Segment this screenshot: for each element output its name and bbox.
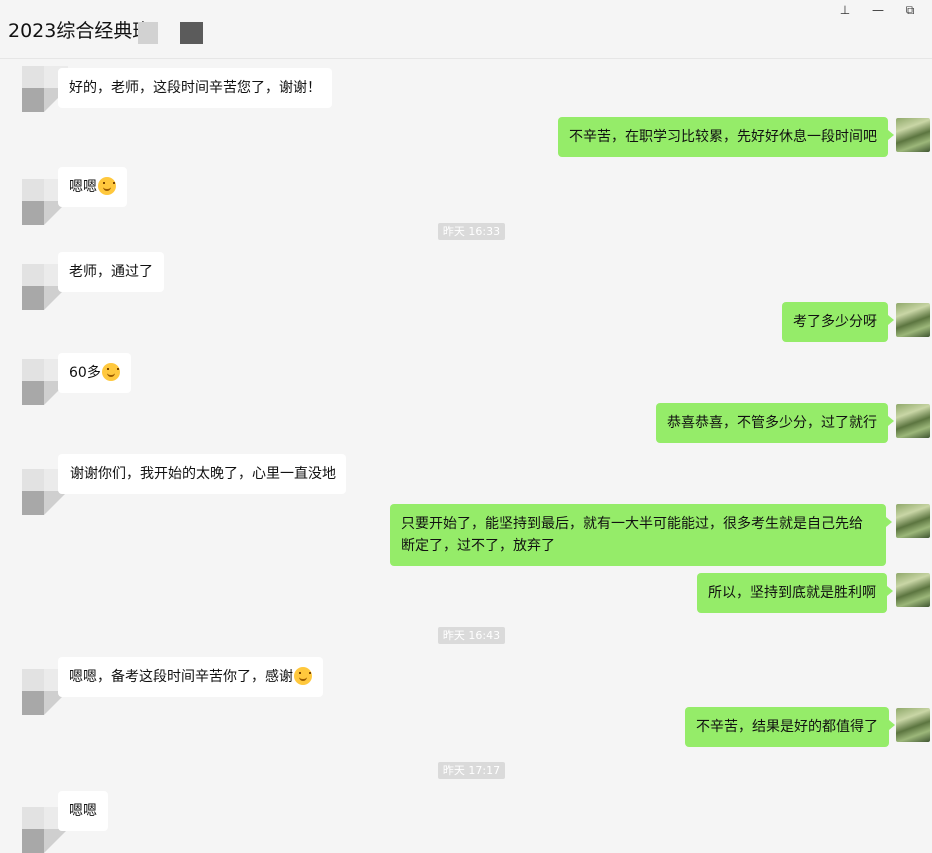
timestamp: 昨天 16:43 — [438, 627, 505, 644]
outgoing-message[interactable]: 不辛苦，在职学习比较累，先好好休息一段时间吧 — [558, 117, 894, 157]
message-text: 考了多少分呀 — [793, 314, 877, 330]
maximize-button[interactable]: ⧉ — [900, 2, 920, 18]
incoming-message[interactable]: 嗯嗯 — [58, 791, 108, 831]
incoming-message[interactable]: 老师，通过了 — [58, 252, 164, 292]
pin-icon[interactable]: ⊥ — [835, 2, 855, 18]
chat-message-list[interactable]: 好的，老师，这段时间辛苦您了，谢谢！ 不辛苦，在职学习比较累，先好好休息一段时间… — [0, 59, 932, 853]
message-text: 谢谢你们，我开始的太晚了，心里一直没地 — [70, 466, 336, 482]
blurred-title-suffix — [138, 22, 158, 44]
minimize-button[interactable]: — — [868, 2, 888, 18]
message-text: 恭喜恭喜，不管多少分，过了就行 — [667, 415, 877, 431]
outgoing-message[interactable]: 不辛苦，结果是好的都值得了 — [685, 707, 895, 747]
timestamp: 昨天 17:17 — [438, 762, 505, 779]
incoming-message[interactable]: 嗯嗯 — [58, 167, 127, 207]
smile-emoji-icon — [294, 667, 312, 685]
incoming-message[interactable]: 嗯嗯，备考这段时间辛苦你了，感谢 — [58, 657, 323, 697]
incoming-message[interactable]: 60多 — [58, 353, 131, 393]
my-avatar[interactable] — [896, 504, 930, 538]
incoming-message[interactable]: 谢谢你们，我开始的太晚了，心里一直没地 — [58, 454, 346, 494]
message-text: 嗯嗯，备考这段时间辛苦你了，感谢 — [69, 669, 293, 685]
my-avatar[interactable] — [896, 708, 930, 742]
message-text: 好的，老师，这段时间辛苦您了，谢谢！ — [69, 80, 321, 96]
my-avatar[interactable] — [896, 404, 930, 438]
my-avatar[interactable] — [896, 118, 930, 152]
message-text: 不辛苦，结果是好的都值得了 — [696, 719, 878, 735]
smile-emoji-icon — [98, 177, 116, 195]
window-titlebar: 2023综合经典班 ⊥ — ⧉ — [0, 0, 932, 59]
outgoing-message[interactable]: 考了多少分呀 — [782, 302, 894, 342]
message-text: 所以，坚持到底就是胜利啊 — [708, 585, 876, 601]
message-text: 只要开始了，能坚持到最后，就有一大半可能能过，很多考生就是自己先给断定了，过不了… — [401, 516, 863, 554]
timestamp: 昨天 16:33 — [438, 223, 505, 240]
outgoing-message[interactable]: 只要开始了，能坚持到最后，就有一大半可能能过，很多考生就是自己先给断定了，过不了… — [390, 504, 892, 566]
message-text: 嗯嗯 — [69, 179, 97, 195]
my-avatar[interactable] — [896, 573, 930, 607]
outgoing-message[interactable]: 所以，坚持到底就是胜利啊 — [697, 573, 893, 613]
chat-title: 2023综合经典班 — [8, 20, 152, 42]
outgoing-message[interactable]: 恭喜恭喜，不管多少分，过了就行 — [656, 403, 894, 443]
message-text: 嗯嗯 — [69, 803, 97, 819]
message-text: 老师，通过了 — [69, 264, 153, 280]
message-text: 不辛苦，在职学习比较累，先好好休息一段时间吧 — [569, 129, 877, 145]
my-avatar[interactable] — [896, 303, 930, 337]
laugh-emoji-icon — [101, 363, 120, 381]
incoming-message[interactable]: 好的，老师，这段时间辛苦您了，谢谢！ — [58, 68, 332, 108]
blurred-title-suffix — [180, 22, 203, 44]
message-text: 60多 — [69, 365, 101, 381]
